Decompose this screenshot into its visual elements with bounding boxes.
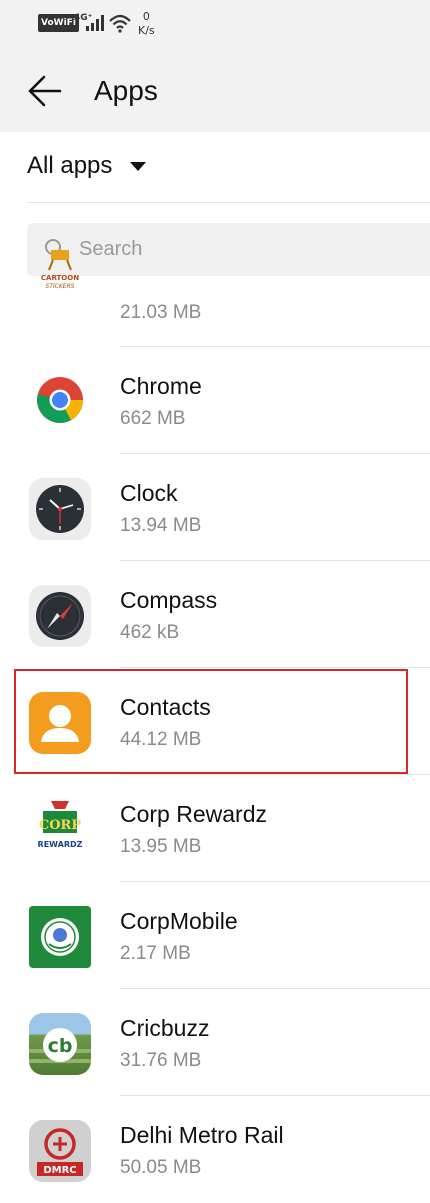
svg-text:STICKERS: STICKERS (45, 283, 74, 290)
app-name: Chrome (120, 373, 202, 399)
back-button[interactable] (26, 74, 66, 108)
cartoon-stickers-icon: CARTOON STICKERS (29, 250, 91, 312)
app-size: 50.05 MB (120, 1157, 202, 1178)
chrome-icon (29, 369, 91, 431)
wifi-icon (109, 14, 131, 33)
list-item-corp-rewardz[interactable]: CORP REWARDZ Corp Rewardz 13.95 MB (0, 775, 430, 882)
app-name: Delhi Metro Rail (120, 1122, 284, 1148)
speed-unit: K/s (138, 24, 155, 37)
speed-value: 0 (142, 10, 150, 23)
svg-text:CARTOON: CARTOON (41, 274, 79, 282)
app-name: CorpMobile (120, 908, 238, 934)
clock-icon (29, 478, 91, 540)
caret-down-icon (130, 161, 147, 171)
dmrc-icon: DMRC (29, 1120, 91, 1182)
svg-text:cb: cb (48, 1035, 73, 1057)
compass-icon (29, 585, 91, 647)
cricbuzz-icon: cb (29, 1013, 91, 1075)
list-item[interactable]: CARTOON STICKERS 21.03 MB (0, 240, 430, 347)
network-speed: 0 K/s (138, 10, 155, 38)
list-item-clock[interactable]: Clock 13.94 MB (0, 454, 430, 561)
vowifi-indicator: VoWiFi (38, 14, 79, 32)
svg-text:REWARDZ: REWARDZ (38, 840, 83, 849)
app-size: 13.94 MB (120, 515, 202, 536)
list-item-cricbuzz[interactable]: cb Cricbuzz 31.76 MB (0, 989, 430, 1096)
svg-text:CORP: CORP (39, 818, 81, 833)
filter-label: All apps (27, 152, 113, 179)
app-name: Compass (120, 587, 218, 613)
corpmobile-icon (29, 906, 91, 968)
app-name: Corp Rewardz (120, 801, 267, 827)
app-bar: Apps (0, 48, 430, 132)
list-item-contacts[interactable]: Contacts 44.12 MB (0, 668, 430, 775)
list-item-delhi-metro-rail[interactable]: DMRC Delhi Metro Rail 50.05 MB (0, 1096, 430, 1203)
app-size: 13.95 MB (120, 836, 202, 857)
app-name: Clock (120, 480, 178, 506)
list-item-corpmobile[interactable]: CorpMobile 2.17 MB (0, 882, 430, 989)
svg-text:DMRC: DMRC (43, 1165, 76, 1176)
app-size: 31.76 MB (120, 1050, 202, 1071)
list-item-compass[interactable]: Compass 462 kB (0, 561, 430, 668)
app-name: Cricbuzz (120, 1015, 210, 1041)
app-size: 462 kB (120, 622, 180, 643)
status-bar: VoWiFi 4G⁺ 0 K/s (0, 0, 430, 48)
app-size: 44.12 MB (120, 729, 202, 750)
signal-icon (86, 15, 104, 31)
app-name: Contacts (120, 694, 211, 720)
app-size: 21.03 MB (120, 302, 202, 323)
list-item-chrome[interactable]: Chrome 662 MB (0, 347, 430, 454)
app-size: 662 MB (120, 408, 186, 429)
corp-rewardz-icon: CORP REWARDZ (29, 799, 91, 861)
contacts-icon (29, 692, 91, 754)
app-size: 2.17 MB (120, 943, 191, 964)
divider (27, 202, 430, 203)
page-title: Apps (94, 75, 158, 106)
back-arrow-icon (28, 75, 62, 107)
app-filter-dropdown[interactable]: All apps (27, 148, 147, 184)
